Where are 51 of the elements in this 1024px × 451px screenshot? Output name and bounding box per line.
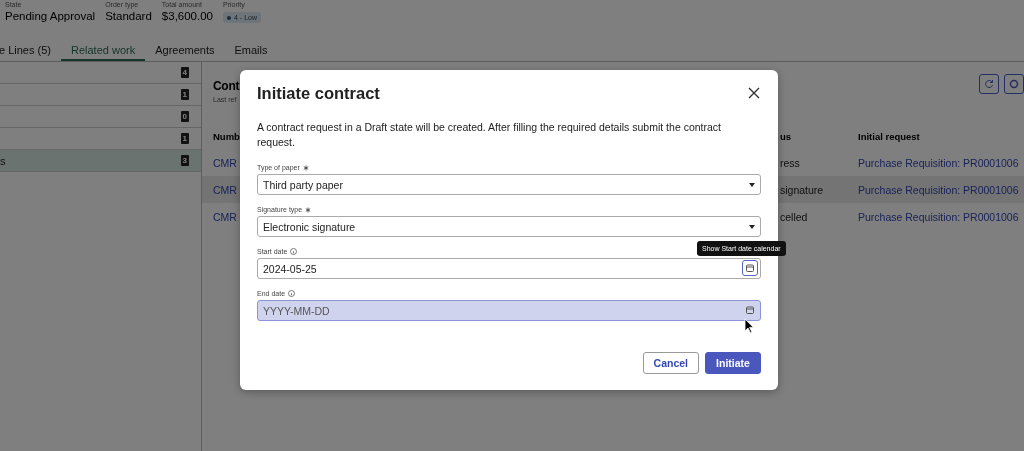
refresh-icon bbox=[984, 79, 994, 89]
count-badge: 1 bbox=[180, 89, 189, 100]
table-cell: signature bbox=[780, 183, 824, 196]
caret-icon bbox=[749, 182, 755, 187]
settings-button[interactable] bbox=[1004, 74, 1024, 94]
count-badge: 4 bbox=[180, 67, 189, 78]
panel-title: Cont bbox=[213, 79, 240, 93]
dialog-description: A contract request in a Draft state will be created. After filling the required details submit the contract request. bbox=[257, 120, 722, 150]
sidebar-item[interactable]: 4 bbox=[0, 62, 201, 84]
record-link[interactable]: CMR bbox=[213, 210, 237, 223]
field-value: Pending Approval bbox=[5, 10, 96, 22]
count-badge: 0 bbox=[180, 111, 189, 122]
column-header: us bbox=[780, 130, 792, 142]
calendar-icon bbox=[746, 264, 754, 272]
calendar-icon bbox=[746, 306, 754, 314]
date-field[interactable]: YYYY-MM-DD bbox=[257, 300, 761, 321]
close-button[interactable] bbox=[747, 85, 761, 100]
sidebar-item[interactable]: 1 bbox=[0, 84, 201, 106]
column-header: Numb bbox=[213, 130, 240, 142]
tab[interactable]: Related work bbox=[61, 41, 146, 61]
count-badge: 3 bbox=[180, 155, 189, 166]
info-icon bbox=[288, 290, 296, 297]
select-field[interactable]: Third party paper bbox=[257, 174, 761, 195]
table-cell: ress bbox=[780, 156, 800, 169]
table-cell: celled bbox=[780, 210, 808, 223]
cursor-icon bbox=[744, 318, 754, 334]
field-value: Standard bbox=[105, 10, 152, 22]
cancel-button[interactable]: Cancel bbox=[642, 352, 699, 374]
record-link[interactable]: CMR bbox=[213, 156, 237, 169]
date-field[interactable]: 2024-05-25 bbox=[257, 258, 761, 279]
info-icon bbox=[290, 248, 298, 255]
tab[interactable]: Agreements bbox=[145, 41, 225, 61]
column-header: Initial request bbox=[858, 130, 920, 142]
dialog-title: Initiate contract bbox=[257, 84, 380, 103]
calendar-button[interactable] bbox=[742, 260, 758, 276]
tab[interactable]: e Lines (5) bbox=[0, 41, 61, 61]
request-link[interactable]: Purchase Requisition: PR0001006 bbox=[858, 156, 1019, 169]
request-link[interactable]: Purchase Requisition: PR0001006 bbox=[858, 210, 1019, 223]
count-badge: 1 bbox=[180, 133, 189, 144]
request-link[interactable]: Purchase Requisition: PR0001006 bbox=[858, 183, 1019, 196]
tab[interactable]: Emails bbox=[224, 41, 278, 61]
initiate-button[interactable]: Initiate bbox=[705, 352, 761, 374]
select-field[interactable]: Electronic signature bbox=[257, 216, 761, 237]
circle-icon bbox=[1009, 79, 1019, 89]
sidebar-item[interactable]: 0 bbox=[0, 106, 201, 128]
sidebar-item-label: s bbox=[0, 154, 6, 167]
sidebar-item[interactable]: s 3 bbox=[0, 150, 201, 172]
refresh-button[interactable] bbox=[979, 74, 999, 94]
record-link[interactable]: CMR bbox=[213, 183, 237, 196]
caret-icon bbox=[749, 224, 755, 229]
field-value: $3,600.00 bbox=[161, 10, 213, 22]
